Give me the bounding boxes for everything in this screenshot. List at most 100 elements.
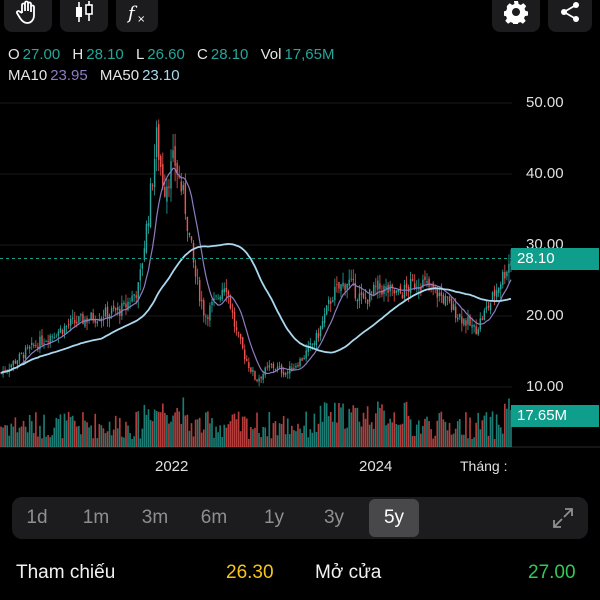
- volume-bar: [450, 434, 453, 447]
- candle-body: [409, 279, 412, 294]
- candle-body: [340, 284, 342, 292]
- volume-bar: [452, 433, 455, 447]
- candle-body: [258, 378, 260, 382]
- volume-bar: [338, 403, 340, 447]
- timeframe-1d[interactable]: 1d: [12, 497, 62, 539]
- candle-body: [69, 319, 72, 326]
- indicator-button[interactable]: f ×: [116, 0, 158, 32]
- candle-body: [278, 366, 281, 368]
- volume-bar: [311, 432, 314, 447]
- candle-body: [61, 330, 64, 334]
- volume-bar: [196, 419, 199, 447]
- volume-bar: [209, 423, 211, 447]
- volume-bar: [205, 412, 207, 447]
- volume-bar: [207, 411, 209, 447]
- volume-bar: [393, 412, 396, 447]
- volume-bar: [297, 423, 299, 447]
- candle-body: [80, 314, 82, 316]
- volume-bar: [92, 438, 95, 447]
- open-price-value: 27.00: [528, 562, 576, 583]
- volume-bar: [440, 411, 443, 447]
- volume-bar: [499, 427, 502, 447]
- timeframe-1y[interactable]: 1y: [249, 497, 299, 539]
- candle-body: [373, 284, 375, 295]
- volume-bar: [436, 420, 439, 447]
- volume-bar: [106, 431, 109, 447]
- candle-body: [172, 150, 174, 159]
- candle-body: [375, 286, 377, 288]
- volume-bar: [254, 427, 256, 447]
- candle-body: [135, 295, 137, 298]
- volume-bar: [53, 427, 56, 447]
- volume-bar: [30, 421, 33, 447]
- timeframe-3m[interactable]: 3m: [130, 497, 180, 539]
- volume-bar: [508, 398, 510, 447]
- candle-body: [78, 316, 80, 323]
- volume-bar: [432, 438, 434, 447]
- candle-body: [65, 326, 68, 327]
- volume-bar: [45, 436, 47, 447]
- candle-body: [237, 332, 240, 334]
- candle-body: [76, 321, 78, 324]
- volume-bar: [399, 424, 402, 447]
- candle-body: [51, 336, 53, 337]
- volume-bar: [469, 417, 471, 447]
- volume-bar: [479, 429, 482, 447]
- candle-body: [239, 333, 242, 339]
- hand-tool-button[interactable]: [4, 0, 52, 32]
- candle-body: [352, 278, 354, 281]
- candle-body: [446, 296, 449, 298]
- volume-bar: [229, 421, 232, 447]
- volume-bar: [293, 430, 295, 447]
- volume-bar: [272, 423, 275, 447]
- volume-bar: [260, 437, 262, 447]
- share-button[interactable]: [548, 0, 592, 32]
- volume-bar: [377, 401, 379, 447]
- high-label: H: [72, 46, 84, 63]
- candle-body: [209, 305, 211, 321]
- volume-bar: [397, 424, 400, 447]
- volume-bar: [248, 438, 250, 447]
- volume-bar: [327, 416, 330, 447]
- timeframe-1m[interactable]: 1m: [71, 497, 121, 539]
- volume-bar: [16, 432, 19, 447]
- volume-bar: [135, 412, 138, 447]
- candle-body: [63, 326, 66, 335]
- candle-body: [125, 303, 127, 308]
- candle-body: [121, 303, 123, 317]
- candle-body: [205, 316, 207, 318]
- timeframe-3y[interactable]: 3y: [309, 497, 359, 539]
- timeframe-5y[interactable]: 5y: [369, 499, 419, 537]
- volume-bar: [82, 412, 84, 447]
- candle-body: [280, 365, 283, 374]
- expand-icon: [553, 508, 573, 528]
- timeframe-6m[interactable]: 6m: [189, 497, 239, 539]
- candle-body: [174, 146, 176, 166]
- candle-body: [264, 367, 266, 376]
- close-value: 28.10: [210, 46, 249, 63]
- price-chart[interactable]: [0, 90, 600, 450]
- settings-button[interactable]: [492, 0, 540, 32]
- volume-bar: [346, 427, 348, 447]
- candle-body: [321, 321, 324, 329]
- candle-body: [360, 292, 363, 295]
- candle-body: [244, 349, 246, 360]
- candle-body: [504, 271, 506, 279]
- volume-bar: [184, 415, 187, 447]
- volume-bar: [309, 429, 312, 447]
- volume-bar: [26, 432, 29, 447]
- candle-body: [448, 296, 451, 302]
- fullscreen-button[interactable]: [552, 507, 574, 534]
- volume-bar: [368, 424, 371, 447]
- candle-type-button[interactable]: [60, 0, 108, 32]
- candle-body: [497, 287, 500, 293]
- ma50-line: [0, 242, 512, 374]
- volume-bar: [504, 403, 506, 447]
- volume-bar: [88, 427, 90, 447]
- candle-body: [149, 183, 152, 228]
- candle-body: [145, 223, 148, 253]
- candle-body: [96, 321, 98, 324]
- candle-body: [53, 337, 55, 339]
- candle-body: [231, 310, 234, 313]
- volume-bar: [237, 411, 240, 447]
